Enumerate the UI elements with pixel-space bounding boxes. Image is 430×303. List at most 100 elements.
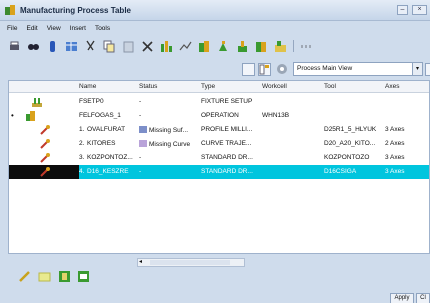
cut-icon[interactable] (84, 40, 97, 53)
row-workcell: WHN13B (262, 112, 290, 119)
chevron-down-icon[interactable]: ▾ (412, 63, 422, 75)
title-bar: Manufacturing Process Table – × (0, 0, 430, 21)
close-window-button[interactable]: × (412, 5, 427, 15)
row-axes: 3 Axes (385, 154, 405, 161)
row-number: 1. (79, 126, 85, 133)
view-select[interactable]: Process Main View ▾ (293, 62, 423, 76)
row-status: - (139, 168, 142, 175)
column-header-workcell[interactable]: Workcell (262, 83, 287, 90)
row-type: PROFILE MILLI... (201, 126, 253, 133)
table-row-selected[interactable]: 4. D16_KESZRE - STANDARD DR... D16CSIGA … (9, 165, 429, 179)
process-table: Name Status Type Workcell Tool Axes FSET… (8, 80, 430, 254)
view-select-value: Process Main View (297, 65, 353, 72)
window-title: Manufacturing Process Table (20, 5, 131, 15)
row-name: FELFOGAS_1 (79, 112, 121, 119)
row-status: - (139, 98, 142, 105)
axis-icon[interactable] (236, 40, 249, 53)
export-icon[interactable] (58, 270, 71, 283)
column-header-name[interactable]: Name (79, 83, 96, 90)
list-view-icon[interactable] (242, 63, 255, 76)
row-name: FSETP0 (79, 98, 104, 105)
toolpath-icon (39, 152, 51, 164)
row-name: KITORES (87, 140, 116, 147)
horizontal-scrollbar[interactable]: ◂ (137, 258, 245, 267)
row-status: Missing Suf... (139, 126, 199, 134)
main-toolbar (0, 36, 430, 56)
info-icon[interactable] (46, 40, 59, 53)
row-axes: 3 Axes (385, 126, 405, 133)
row-axes: 2 Axes (385, 140, 405, 147)
app-icon (4, 4, 16, 16)
row-status-text: Missing Suf... (149, 127, 189, 134)
setup-icon[interactable] (255, 40, 268, 53)
filter-icon[interactable] (276, 63, 289, 76)
menu-bar: File Edit View Insert Tools (0, 22, 430, 34)
fixture-setup-icon (31, 96, 43, 108)
paste-icon[interactable] (122, 40, 135, 53)
column-header-tool[interactable]: Tool (324, 83, 336, 90)
warning-icon (139, 126, 147, 133)
scroll-left-arrow[interactable]: ◂ (139, 259, 142, 266)
row-name: D16_KESZRE (87, 168, 129, 175)
view-bar: Process Main View ▾ (0, 62, 430, 78)
table-icon[interactable] (65, 40, 78, 53)
table-row[interactable]: FSETP0 - FIXTURE SETUP (9, 95, 429, 109)
column-header-type[interactable]: Type (201, 83, 215, 90)
collapse-toggle[interactable]: • (11, 111, 14, 120)
copy-icon[interactable] (103, 40, 116, 53)
table-row[interactable]: 1. OVALFURAT Missing Suf... PROFILE MILL… (9, 123, 429, 137)
import-icon[interactable] (77, 270, 90, 283)
row-tool: D25R1_5_HLYUK (324, 126, 377, 133)
table-header: Name Status Type Workcell Tool Axes (9, 81, 429, 93)
operation-icon (25, 110, 37, 122)
pencil-icon[interactable] (18, 270, 31, 283)
view-overflow-button[interactable] (425, 63, 430, 76)
print-icon[interactable] (8, 40, 21, 53)
menu-tools[interactable]: Tools (93, 25, 112, 32)
row-type: STANDARD DR... (201, 154, 253, 161)
menu-file[interactable]: File (5, 25, 19, 32)
row-tool: D20_A20_KITO... (324, 140, 376, 147)
minimize-button[interactable]: – (397, 5, 408, 15)
menu-edit[interactable]: Edit (24, 25, 39, 32)
table-row[interactable]: • FELFOGAS_1 - OPERATION WHN13B (9, 109, 429, 123)
column-header-status[interactable]: Status (139, 83, 157, 90)
find-icon[interactable] (27, 40, 40, 53)
toolbar-separator (293, 40, 294, 52)
row-type: CURVE TRAJE... (201, 140, 252, 147)
fixture-icon[interactable] (274, 40, 287, 53)
row-axes: 3 Axes (385, 168, 405, 175)
row-name: OVALFURAT (87, 126, 126, 133)
note-icon[interactable] (38, 270, 51, 283)
histogram-icon[interactable] (160, 40, 173, 53)
row-status-text: Missing Curve (149, 141, 191, 148)
bottom-toolbar (0, 270, 430, 286)
tool-icon[interactable] (217, 40, 230, 53)
menu-insert[interactable]: Insert (68, 25, 88, 32)
close-button[interactable]: Cl (416, 293, 430, 303)
row-type: STANDARD DR... (201, 168, 253, 175)
options-icon[interactable] (300, 40, 313, 53)
row-number: 2. (79, 140, 85, 147)
graph-icon[interactable] (179, 40, 192, 53)
row-tool: D16CSIGA (324, 168, 357, 175)
table-row[interactable]: 3. KOZPONTOZ... - STANDARD DR... KOZPONT… (9, 151, 429, 165)
menu-view[interactable]: View (45, 25, 63, 32)
table-row[interactable]: 2. KITORES Missing Curve CURVE TRAJE... … (9, 137, 429, 151)
column-header-axes[interactable]: Axes (385, 83, 399, 90)
operation-icon[interactable] (198, 40, 211, 53)
toolpath-icon (39, 124, 51, 136)
row-status: - (139, 154, 142, 161)
row-status: Missing Curve (139, 140, 199, 148)
toolpath-icon (39, 138, 51, 150)
row-number: 3. (79, 154, 85, 161)
row-status: - (139, 112, 142, 119)
row-type: OPERATION (201, 112, 239, 119)
apply-button[interactable]: Apply (390, 293, 414, 303)
delete-icon[interactable] (141, 40, 154, 53)
row-type: FIXTURE SETUP (201, 98, 253, 105)
tree-view-icon[interactable] (258, 63, 271, 76)
scroll-thumb[interactable] (150, 260, 230, 265)
row-name: KOZPONTOZ... (87, 154, 133, 161)
toolpath-icon (39, 166, 51, 178)
